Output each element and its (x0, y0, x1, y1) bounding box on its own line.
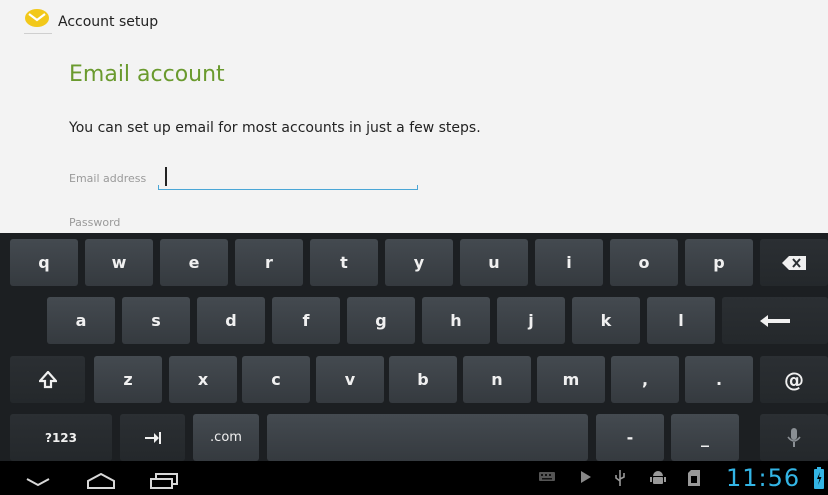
key-enter[interactable] (722, 297, 828, 344)
key-r[interactable]: r (235, 239, 303, 286)
tab-icon (144, 431, 161, 444)
setup-form: Email account You can set up email for m… (0, 44, 828, 234)
key-microphone[interactable] (760, 414, 828, 461)
key-q[interactable]: q (10, 239, 78, 286)
text-cursor (165, 167, 167, 186)
key-o[interactable]: o (610, 239, 678, 286)
key-comma[interactable]: , (611, 356, 679, 403)
keyboard-icon[interactable] (538, 470, 556, 482)
key-a[interactable]: a (47, 297, 115, 344)
key-symbols[interactable]: ?123 (10, 414, 112, 461)
key-n[interactable]: n (463, 356, 531, 403)
key-y[interactable]: y (385, 239, 453, 286)
key-l[interactable]: l (647, 297, 715, 344)
key-c[interactable]: c (242, 356, 310, 403)
key-p[interactable]: p (685, 239, 753, 286)
key-dotcom[interactable]: .com (193, 414, 259, 461)
key-k[interactable]: k (572, 297, 640, 344)
key-u[interactable]: u (460, 239, 528, 286)
setup-description: You can set up email for most accounts i… (69, 120, 481, 136)
email-address-label: Email address (69, 172, 147, 185)
key-t[interactable]: t (310, 239, 378, 286)
back-icon[interactable] (26, 477, 50, 487)
enter-icon (760, 314, 790, 327)
email-address-input[interactable] (158, 164, 418, 190)
microphone-icon (787, 427, 801, 447)
key-m[interactable]: m (537, 356, 605, 403)
status-clock: 11:56 (726, 464, 801, 492)
soft-keyboard: q w e r t y u i o p a s d f g h j k l z … (0, 233, 828, 461)
key-i[interactable]: i (535, 239, 603, 286)
key-h[interactable]: h (422, 297, 490, 344)
key-tab[interactable] (120, 414, 185, 461)
recent-apps-icon[interactable] (150, 473, 178, 489)
key-v[interactable]: v (316, 356, 384, 403)
usb-icon (615, 470, 625, 486)
key-w[interactable]: w (85, 239, 153, 286)
key-j[interactable]: j (497, 297, 565, 344)
key-dash[interactable]: - (596, 414, 664, 461)
play-store-icon (581, 471, 591, 483)
key-f[interactable]: f (272, 297, 340, 344)
key-e[interactable]: e (160, 239, 228, 286)
system-bar: 11:56 (0, 461, 828, 495)
key-g[interactable]: g (347, 297, 415, 344)
key-x[interactable]: x (169, 356, 237, 403)
input-underline (158, 185, 418, 190)
key-z[interactable]: z (94, 356, 162, 403)
key-period[interactable]: . (685, 356, 753, 403)
key-space[interactable] (267, 414, 588, 461)
action-bar: Account setup (0, 0, 828, 44)
android-debug-icon (650, 471, 666, 484)
key-underscore[interactable]: _ (671, 414, 739, 461)
key-d[interactable]: d (197, 297, 265, 344)
key-backspace[interactable] (760, 239, 828, 286)
page-title: Email account (69, 62, 225, 87)
backspace-icon (782, 255, 806, 270)
home-icon[interactable] (86, 473, 116, 489)
action-bar-title: Account setup (58, 14, 159, 30)
key-shift[interactable] (10, 356, 85, 403)
sd-card-icon (688, 470, 700, 486)
key-at[interactable]: @ (760, 356, 828, 403)
password-label[interactable]: Password (69, 216, 120, 229)
battery-icon (814, 467, 824, 489)
key-s[interactable]: s (122, 297, 190, 344)
shift-icon (38, 370, 57, 388)
email-app-icon[interactable] (20, 7, 54, 39)
key-b[interactable]: b (389, 356, 457, 403)
